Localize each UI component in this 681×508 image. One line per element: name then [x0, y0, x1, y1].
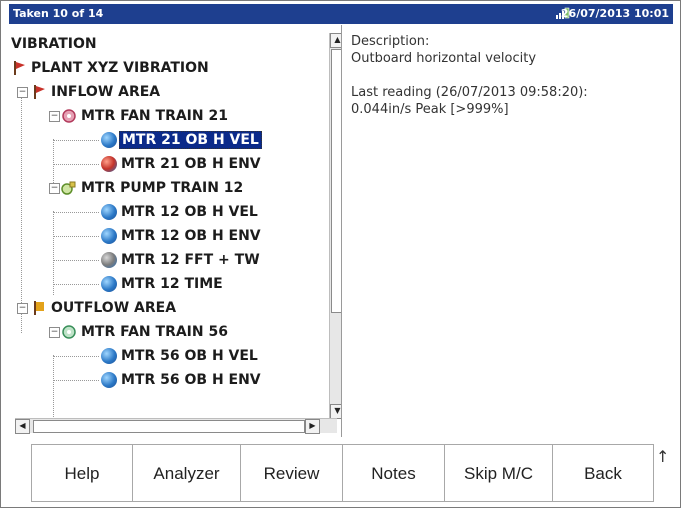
scroll-right-icon[interactable]: ▶	[305, 419, 320, 434]
scroll-thumb[interactable]	[33, 420, 305, 433]
description-label: Description:	[351, 34, 430, 49]
tree-connector	[53, 164, 99, 165]
pump-machine-icon	[61, 180, 77, 196]
tree-connector	[53, 211, 54, 295]
globe-icon	[101, 372, 117, 388]
title-bar: Taken 10 of 14 26/07/2013 10:01	[9, 4, 673, 24]
notes-button[interactable]: Notes	[342, 444, 445, 502]
route-tree[interactable]: VIBRATION PLANT XYZ VIBRATION − INFLOW A…	[9, 25, 342, 437]
tree-item-inflow-area[interactable]: INFLOW AREA	[31, 81, 162, 103]
collapse-toggle[interactable]: −	[49, 183, 60, 194]
tree-connector	[53, 380, 99, 381]
scroll-up-icon[interactable]: ▲	[330, 33, 341, 48]
collapse-toggle[interactable]: −	[49, 327, 60, 338]
orange-flag-icon	[31, 300, 47, 316]
tree-connector	[53, 236, 99, 237]
tree-item-mtr12-ob-h-env[interactable]: MTR 12 OB H ENV	[101, 225, 263, 247]
tree-connector	[21, 93, 22, 333]
collapse-toggle[interactable]: −	[17, 87, 28, 98]
tree-connector	[53, 212, 99, 213]
last-reading-label: Last reading (26/07/2013 09:58:20):	[351, 85, 588, 100]
back-button[interactable]: Back	[552, 444, 654, 502]
scroll-down-icon[interactable]: ▼	[330, 404, 341, 419]
tree-connector	[53, 140, 99, 141]
tree-connector	[53, 260, 99, 261]
app-window: Taken 10 of 14 26/07/2013 10:01 VIBRATIO…	[0, 0, 681, 508]
button-bar: Help Analyzer Review Notes Skip M/C Back	[31, 444, 665, 502]
tree-item-mtr56-ob-h-env[interactable]: MTR 56 OB H ENV	[101, 369, 263, 391]
globe-icon	[101, 276, 117, 292]
detail-panel: Description: Outboard horizontal velocit…	[351, 33, 671, 118]
tree-connector	[53, 356, 99, 357]
tree-item-outflow-area[interactable]: OUTFLOW AREA	[31, 297, 178, 319]
tree-item-mtr12-ob-h-vel[interactable]: MTR 12 OB H VEL	[101, 201, 260, 223]
globe-icon	[101, 228, 117, 244]
tree-item-vibration[interactable]: VIBRATION	[9, 33, 99, 55]
tree-item-plant[interactable]: PLANT XYZ VIBRATION	[11, 57, 211, 79]
description-value: Outboard horizontal velocity	[351, 51, 537, 66]
route-progress: Taken 10 of 14	[13, 7, 104, 20]
tree-item-mtr21-ob-h-env[interactable]: MTR 21 OB H ENV	[101, 153, 263, 175]
globe-icon	[101, 132, 117, 148]
collapse-toggle[interactable]: −	[49, 111, 60, 122]
datetime: 26/07/2013 10:01	[560, 7, 669, 20]
up-arrow-icon: ↑	[656, 447, 670, 466]
globe-fft-icon	[101, 252, 117, 268]
red-flag-icon	[11, 60, 27, 76]
help-button[interactable]: Help	[31, 444, 133, 502]
review-button[interactable]: Review	[240, 444, 343, 502]
last-reading-value: 0.044in/s Peak [>999%]	[351, 102, 509, 117]
red-flag-icon	[31, 84, 47, 100]
scroll-left-icon[interactable]: ◀	[15, 419, 30, 434]
collapse-toggle[interactable]: −	[17, 303, 28, 314]
tree-item-fan-train-56[interactable]: MTR FAN TRAIN 56	[61, 321, 230, 343]
globe-icon	[101, 348, 117, 364]
analyzer-button[interactable]: Analyzer	[132, 444, 241, 502]
tree-item-mtr12-time[interactable]: MTR 12 TIME	[101, 273, 225, 295]
tree-item-mtr21-ob-h-vel[interactable]: MTR 21 OB H VEL	[101, 129, 262, 151]
globe-env-icon	[101, 156, 117, 172]
tree-item-fan-train-21[interactable]: MTR FAN TRAIN 21	[61, 105, 230, 127]
tree-horizontal-scrollbar[interactable]: ◀ ▶	[15, 418, 337, 434]
skip-mc-button[interactable]: Skip M/C	[444, 444, 553, 502]
scroll-thumb[interactable]	[331, 49, 341, 313]
tree-connector	[53, 355, 54, 425]
globe-icon	[101, 204, 117, 220]
fan-machine-icon	[61, 108, 77, 124]
tree-item-mtr56-ob-h-vel[interactable]: MTR 56 OB H VEL	[101, 345, 260, 367]
tree-item-mtr12-fft-tw[interactable]: MTR 12 FFT + TW	[101, 249, 262, 271]
tree-connector	[53, 284, 99, 285]
tree-item-pump-train-12[interactable]: MTR PUMP TRAIN 12	[61, 177, 245, 199]
tree-vertical-scrollbar[interactable]: ▲ ▼	[329, 33, 341, 419]
fan-machine-icon	[61, 324, 77, 340]
